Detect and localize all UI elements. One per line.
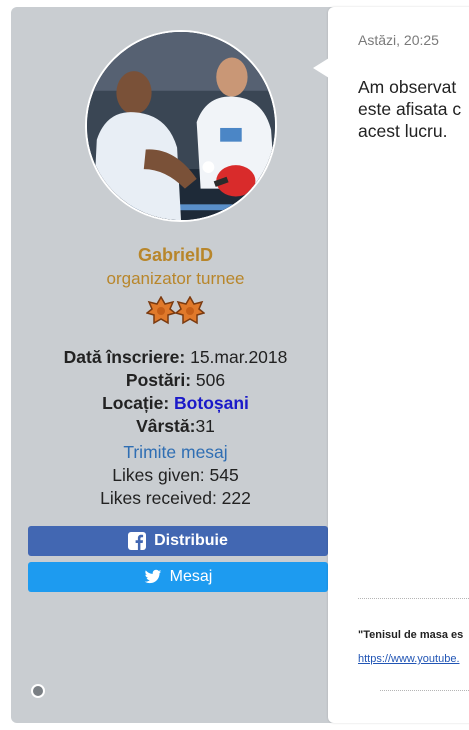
location-link[interactable]: Botoșani (174, 393, 249, 413)
rank-star-icon (174, 296, 205, 325)
post-footer-divider (380, 690, 469, 691)
signature-link[interactable]: https://www.youtube. (358, 653, 469, 665)
join-date-label: Dată înscriere: (63, 347, 186, 367)
rank-star-icon (146, 296, 177, 325)
facebook-icon (128, 532, 147, 550)
post-count: Postări: 506 (11, 370, 340, 391)
location: Locație: Botoșani (11, 393, 340, 414)
age-label: Vârstă: (136, 416, 196, 436)
twitter-message-button[interactable]: Mesaj (28, 562, 328, 592)
post-line: acest lucru. (358, 121, 448, 141)
online-status-indicator (31, 684, 45, 698)
signature-divider (358, 598, 469, 599)
post-line: este afisata c (358, 99, 462, 119)
username[interactable]: GabrielD (11, 245, 340, 266)
avatar-photo (87, 32, 275, 220)
join-date: Dată înscriere: 15.mar.2018 (11, 347, 340, 368)
age: Vârstă:31 (11, 416, 340, 437)
twitter-icon (144, 569, 161, 584)
post-pointer-arrow (313, 58, 329, 78)
signature-quote: "Tenisul de masa es (358, 629, 464, 641)
likes-given: Likes given: 545 (112, 465, 239, 485)
send-message-link[interactable]: Trimite mesaj (11, 442, 340, 463)
twitter-message-label: Mesaj (169, 568, 213, 585)
likes-received: Likes received: 222 (100, 488, 251, 508)
age-value: 31 (195, 416, 215, 436)
post-count-label: Postări: (125, 370, 192, 390)
join-date-value: 15.mar.2018 (185, 347, 288, 367)
post-date[interactable]: Astăzi, 20:25 (358, 32, 439, 48)
location-label: Locație: (102, 393, 170, 413)
post-line: Am observat (358, 77, 457, 97)
user-title: organizator turnee (106, 269, 245, 288)
user-info-panel: GabrielD organizator turnee Dată înscrie… (11, 7, 340, 723)
facebook-share-button[interactable]: Distribuie (28, 526, 328, 556)
rank-badges (11, 296, 340, 331)
post-count-value: 506 (191, 370, 226, 390)
user-avatar[interactable] (85, 30, 277, 222)
facebook-share-label: Distribuie (154, 532, 228, 549)
post-body: Am observat este afisata c acest lucru. (358, 76, 469, 142)
